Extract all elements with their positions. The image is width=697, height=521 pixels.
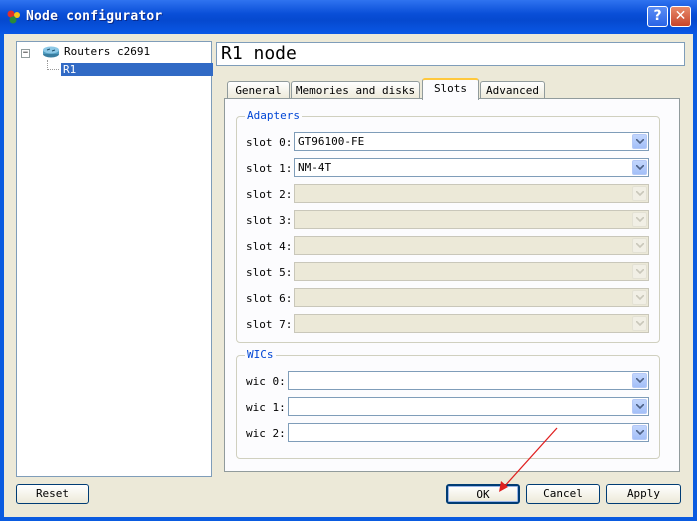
tab-memories-and-disks[interactable]: Memories and disks [291, 81, 420, 99]
wic-1-label: wic 1: [246, 401, 286, 414]
chevron-down-icon [632, 316, 647, 331]
ok-button[interactable]: OK [446, 484, 520, 504]
title-bar[interactable]: Node configurator ? ✕ [0, 0, 697, 34]
node-heading: R1 node [216, 42, 685, 66]
adapters-group-title: Adapters [245, 109, 302, 122]
tree-item-routers[interactable]: Routers c2691 [64, 45, 150, 58]
chevron-down-icon[interactable] [632, 373, 647, 388]
wic-0-label: wic 0: [246, 375, 286, 388]
wic-0-select[interactable] [288, 371, 649, 390]
slot-6-label: slot 6: [246, 292, 293, 305]
apply-button[interactable]: Apply [606, 484, 681, 504]
tree-connector [47, 69, 59, 70]
slot-4-select[interactable] [294, 236, 649, 255]
reset-button[interactable]: Reset [16, 484, 89, 504]
adapters-group: Adapters slot 0: GT96100-FE slot 1: NM-4… [236, 109, 660, 343]
slot-0-value: GT96100-FE [298, 135, 365, 148]
chevron-down-icon [632, 212, 647, 227]
slot-4-label: slot 4: [246, 240, 293, 253]
tree-item-r1[interactable]: R1 [61, 63, 213, 76]
cancel-button[interactable]: Cancel [526, 484, 600, 504]
tab-slots[interactable]: Slots [422, 78, 479, 100]
page-title: R1 node [221, 43, 297, 64]
collapse-icon[interactable]: − [21, 49, 30, 58]
wic-1-select[interactable] [288, 397, 649, 416]
app-icon [7, 10, 20, 24]
node-configurator-window: Node configurator ? ✕ − Routers c2691 R1… [0, 0, 697, 521]
tab-general[interactable]: General [227, 81, 290, 99]
dialog-body: − Routers c2691 R1 R1 node General Memor… [4, 34, 693, 517]
slot-0-label: slot 0: [246, 136, 293, 149]
slot-2-select[interactable] [294, 184, 649, 203]
node-tree[interactable]: − Routers c2691 R1 [16, 41, 213, 477]
window-title: Node configurator [26, 9, 163, 24]
slot-7-label: slot 7: [246, 318, 293, 331]
help-button[interactable]: ? [647, 6, 668, 27]
wic-2-label: wic 2: [246, 427, 286, 440]
slot-0-select[interactable]: GT96100-FE [294, 132, 649, 151]
slot-3-select[interactable] [294, 210, 649, 229]
slot-5-label: slot 5: [246, 266, 293, 279]
slot-7-select[interactable] [294, 314, 649, 333]
slot-1-select[interactable]: NM-4T [294, 158, 649, 177]
chevron-down-icon [632, 264, 647, 279]
slot-1-label: slot 1: [246, 162, 293, 175]
chevron-down-icon[interactable] [632, 425, 647, 440]
close-button[interactable]: ✕ [670, 6, 691, 27]
slot-5-select[interactable] [294, 262, 649, 281]
chevron-down-icon [632, 238, 647, 253]
tree-item-r1-label: R1 [63, 63, 77, 76]
chevron-down-icon [632, 186, 647, 201]
wics-group-title: WICs [245, 348, 276, 361]
slot-1-value: NM-4T [298, 161, 332, 174]
wics-group: WICs wic 0: wic 1: wic 2: [236, 348, 660, 459]
chevron-down-icon[interactable] [632, 134, 647, 149]
slots-panel: Adapters slot 0: GT96100-FE slot 1: NM-4… [224, 98, 680, 472]
slot-3-label: slot 3: [246, 214, 293, 227]
tab-control: General Memories and disks Slots Advance… [224, 78, 680, 478]
router-icon [43, 46, 59, 58]
slot-6-select[interactable] [294, 288, 649, 307]
chevron-down-icon[interactable] [632, 399, 647, 414]
chevron-down-icon[interactable] [632, 160, 647, 175]
slot-2-label: slot 2: [246, 188, 293, 201]
wic-2-select[interactable] [288, 423, 649, 442]
chevron-down-icon [632, 290, 647, 305]
tab-advanced[interactable]: Advanced [480, 81, 545, 99]
